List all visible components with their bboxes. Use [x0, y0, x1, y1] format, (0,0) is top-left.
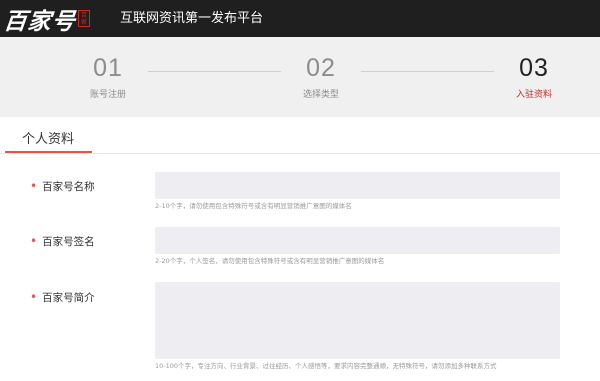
section-header: 个人资料	[0, 117, 600, 154]
logo-seal: 百家	[78, 10, 90, 27]
site-tagline: 互联网资讯第一发布平台	[120, 11, 264, 26]
required-bullet: •	[30, 290, 38, 304]
name-label: • 百家号名称	[30, 179, 95, 194]
signature-input[interactable]	[155, 227, 560, 254]
baijiahao-logo[interactable]: 百家号 百家	[2, 0, 90, 37]
step-number: 03	[519, 54, 549, 82]
name-label-text: 百家号名称	[42, 181, 95, 193]
intro-label: • 百家号简介	[30, 290, 95, 305]
step-2: 02 选择类型	[281, 53, 361, 100]
step-1: 01 账号注册	[68, 53, 148, 100]
required-bullet: •	[30, 179, 38, 193]
signature-label-text: 百家号签名	[42, 236, 95, 248]
progress-steps: 01 账号注册 02 选择类型 03 入驻资料	[0, 37, 600, 117]
step-3: 03 入驻资料	[494, 53, 574, 100]
logo-text: 百家号	[2, 7, 78, 35]
intro-textarea[interactable]	[155, 282, 560, 359]
step-connector	[361, 71, 494, 72]
intro-hint: 10-100个字，专注方向、行业背景、过往经历、个人感悟等，要求内容完整通顺，无…	[155, 362, 497, 370]
step-number: 02	[306, 54, 336, 82]
top-bar: 百家号 百家 互联网资讯第一发布平台	[0, 0, 600, 37]
section-title: 个人资料	[22, 132, 75, 147]
intro-label-text: 百家号简介	[42, 292, 95, 304]
signature-label: • 百家号签名	[30, 234, 95, 249]
required-bullet: •	[30, 234, 38, 248]
step-number: 01	[93, 54, 123, 82]
signature-hint: 2-20个字，个人签名，请勿使用包含特殊符号或含有明显营销推广意图的媒体名	[155, 257, 385, 265]
step-label: 选择类型	[302, 90, 339, 100]
step-label: 账号注册	[89, 90, 126, 100]
name-hint: 2-10个字，请勿使用包含特殊符号或含有明显营销推广意图的媒体名	[155, 202, 352, 210]
section-underline	[5, 151, 92, 153]
name-input[interactable]	[155, 172, 560, 199]
step-label: 入驻资料	[515, 90, 552, 100]
step-connector	[148, 71, 281, 72]
